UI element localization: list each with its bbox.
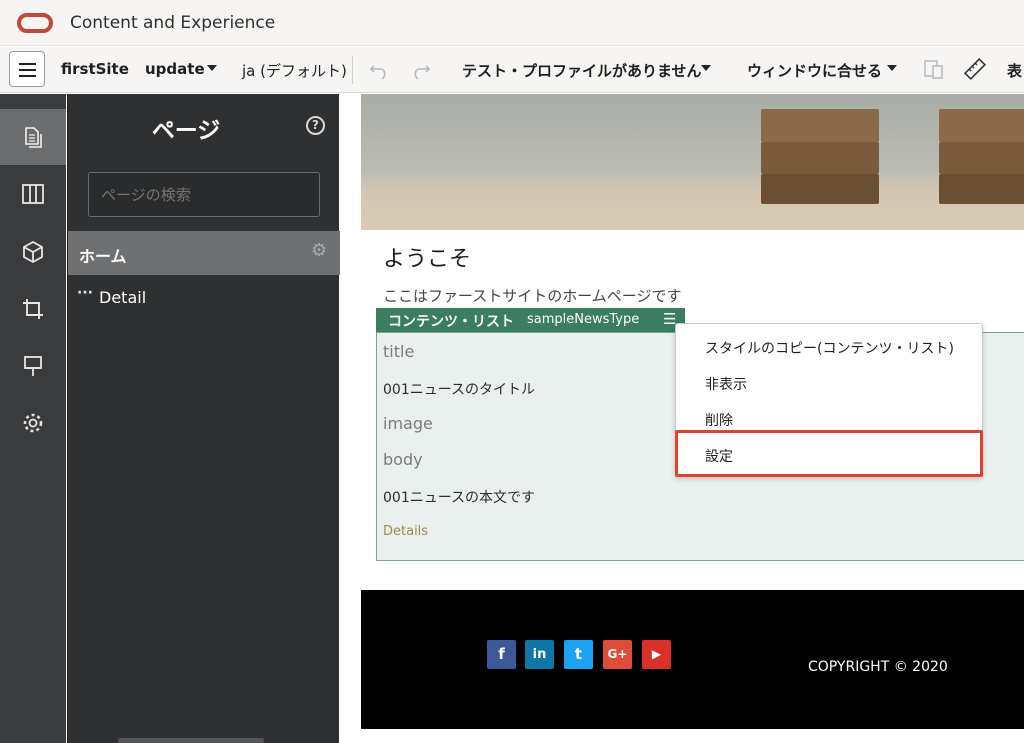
field-value-body: 001ニュースの本文です xyxy=(383,490,536,506)
intro-paragraph[interactable]: ここはファーストサイトのホームページです xyxy=(383,285,682,306)
toolbar-divider xyxy=(352,56,353,84)
rail-settings-button[interactable] xyxy=(0,395,66,451)
hamburger-menu-button[interactable] xyxy=(9,51,45,87)
welcome-heading[interactable]: ようこそ xyxy=(383,241,471,273)
field-value-title: 001ニュースのタイトル xyxy=(383,382,536,398)
app-title: Content and Experience xyxy=(70,13,276,33)
page-footer: f in t G+ ▶ COPYRIGHT © 2020 xyxy=(361,590,1024,729)
page-search-input[interactable] xyxy=(88,172,320,217)
left-icon-rail xyxy=(0,94,66,743)
device-preview-icon[interactable] xyxy=(922,57,946,81)
wood-block xyxy=(939,109,1024,142)
display-toggle[interactable]: 表 xyxy=(1007,60,1022,81)
menu-item-hide[interactable]: 非表示 xyxy=(705,374,747,394)
field-label-image: image xyxy=(383,414,433,433)
field-label-title: title xyxy=(383,342,415,361)
redo-icon[interactable] xyxy=(408,57,432,81)
wood-block xyxy=(761,142,879,174)
hamburger-line xyxy=(19,75,36,77)
panel-scrollbar[interactable] xyxy=(118,738,264,743)
app-window: Content and Experience firstSite update … xyxy=(0,0,1024,743)
content-list-header[interactable]: コンテンツ・リスト sampleNewsType ☰ xyxy=(376,308,685,332)
rail-layout-button[interactable] xyxy=(0,166,66,222)
oracle-logo xyxy=(17,13,53,33)
hamburger-line xyxy=(19,69,36,71)
page-item-label: ホーム xyxy=(79,247,127,266)
crop-icon xyxy=(23,299,43,319)
rail-theme-button[interactable] xyxy=(0,338,66,394)
wood-block xyxy=(761,109,879,142)
rail-crop-button[interactable] xyxy=(0,281,66,337)
theme-brush-icon xyxy=(24,356,42,376)
hero-image xyxy=(361,94,1024,230)
update-dropdown[interactable]: update xyxy=(145,60,205,78)
page-item-home[interactable]: ホーム ⚙ xyxy=(68,231,340,275)
settings-gear-icon xyxy=(23,413,43,433)
drag-handle-icon[interactable]: ··· xyxy=(77,285,93,301)
wood-block xyxy=(939,174,1024,204)
wood-block xyxy=(761,174,879,204)
menu-item-delete[interactable]: 削除 xyxy=(705,410,733,430)
twitter-icon[interactable]: t xyxy=(564,640,593,669)
field-label-body: body xyxy=(383,450,423,469)
rail-components-button[interactable] xyxy=(0,224,66,280)
menu-item-copy-style[interactable]: スタイルのコピー(コンテンツ・リスト) xyxy=(705,338,954,358)
chevron-down-icon[interactable] xyxy=(701,65,711,71)
linkedin-icon[interactable]: in xyxy=(525,640,554,669)
layout-icon xyxy=(22,184,44,204)
fit-window-dropdown[interactable]: ウィンドウに合せる xyxy=(747,60,882,81)
gear-icon[interactable]: ⚙ xyxy=(311,240,327,261)
page-item-detail[interactable]: ··· Detail xyxy=(68,284,340,314)
ruler-icon[interactable] xyxy=(963,57,987,81)
copyright-text: COPYRIGHT © 2020 xyxy=(808,659,948,675)
panel-title: ページ xyxy=(151,118,221,144)
components-icon xyxy=(23,240,43,264)
toolbar: firstSite update ja (デフォルト) テスト・プロファイルがあ… xyxy=(0,47,1024,93)
content-type-label: sampleNewsType xyxy=(527,312,640,327)
undo-icon[interactable] xyxy=(368,57,392,81)
page-item-label: Detail xyxy=(99,288,147,307)
hamburger-line xyxy=(19,63,36,65)
test-profile-dropdown[interactable]: テスト・プロファイルがありません xyxy=(462,60,702,81)
google-plus-icon[interactable]: G+ xyxy=(603,640,632,669)
language-selector[interactable]: ja (デフォルト) xyxy=(242,60,347,81)
youtube-icon[interactable]: ▶ xyxy=(642,640,671,669)
facebook-icon[interactable]: f xyxy=(487,640,516,669)
wood-block xyxy=(939,142,1024,174)
site-name[interactable]: firstSite xyxy=(61,60,129,78)
chevron-down-icon[interactable] xyxy=(887,65,897,71)
title-bar: Content and Experience xyxy=(0,0,1024,46)
content-list-title: コンテンツ・リスト xyxy=(388,314,514,330)
chevron-down-icon[interactable] xyxy=(207,65,217,71)
help-icon[interactable]: ? xyxy=(306,116,325,135)
rail-pages-button[interactable] xyxy=(0,109,66,165)
details-link[interactable]: Details xyxy=(383,524,428,539)
pages-panel: ページ ? ホーム ⚙ ··· Detail xyxy=(67,94,340,743)
pages-icon xyxy=(25,127,42,148)
settings-highlight-box xyxy=(675,430,983,477)
